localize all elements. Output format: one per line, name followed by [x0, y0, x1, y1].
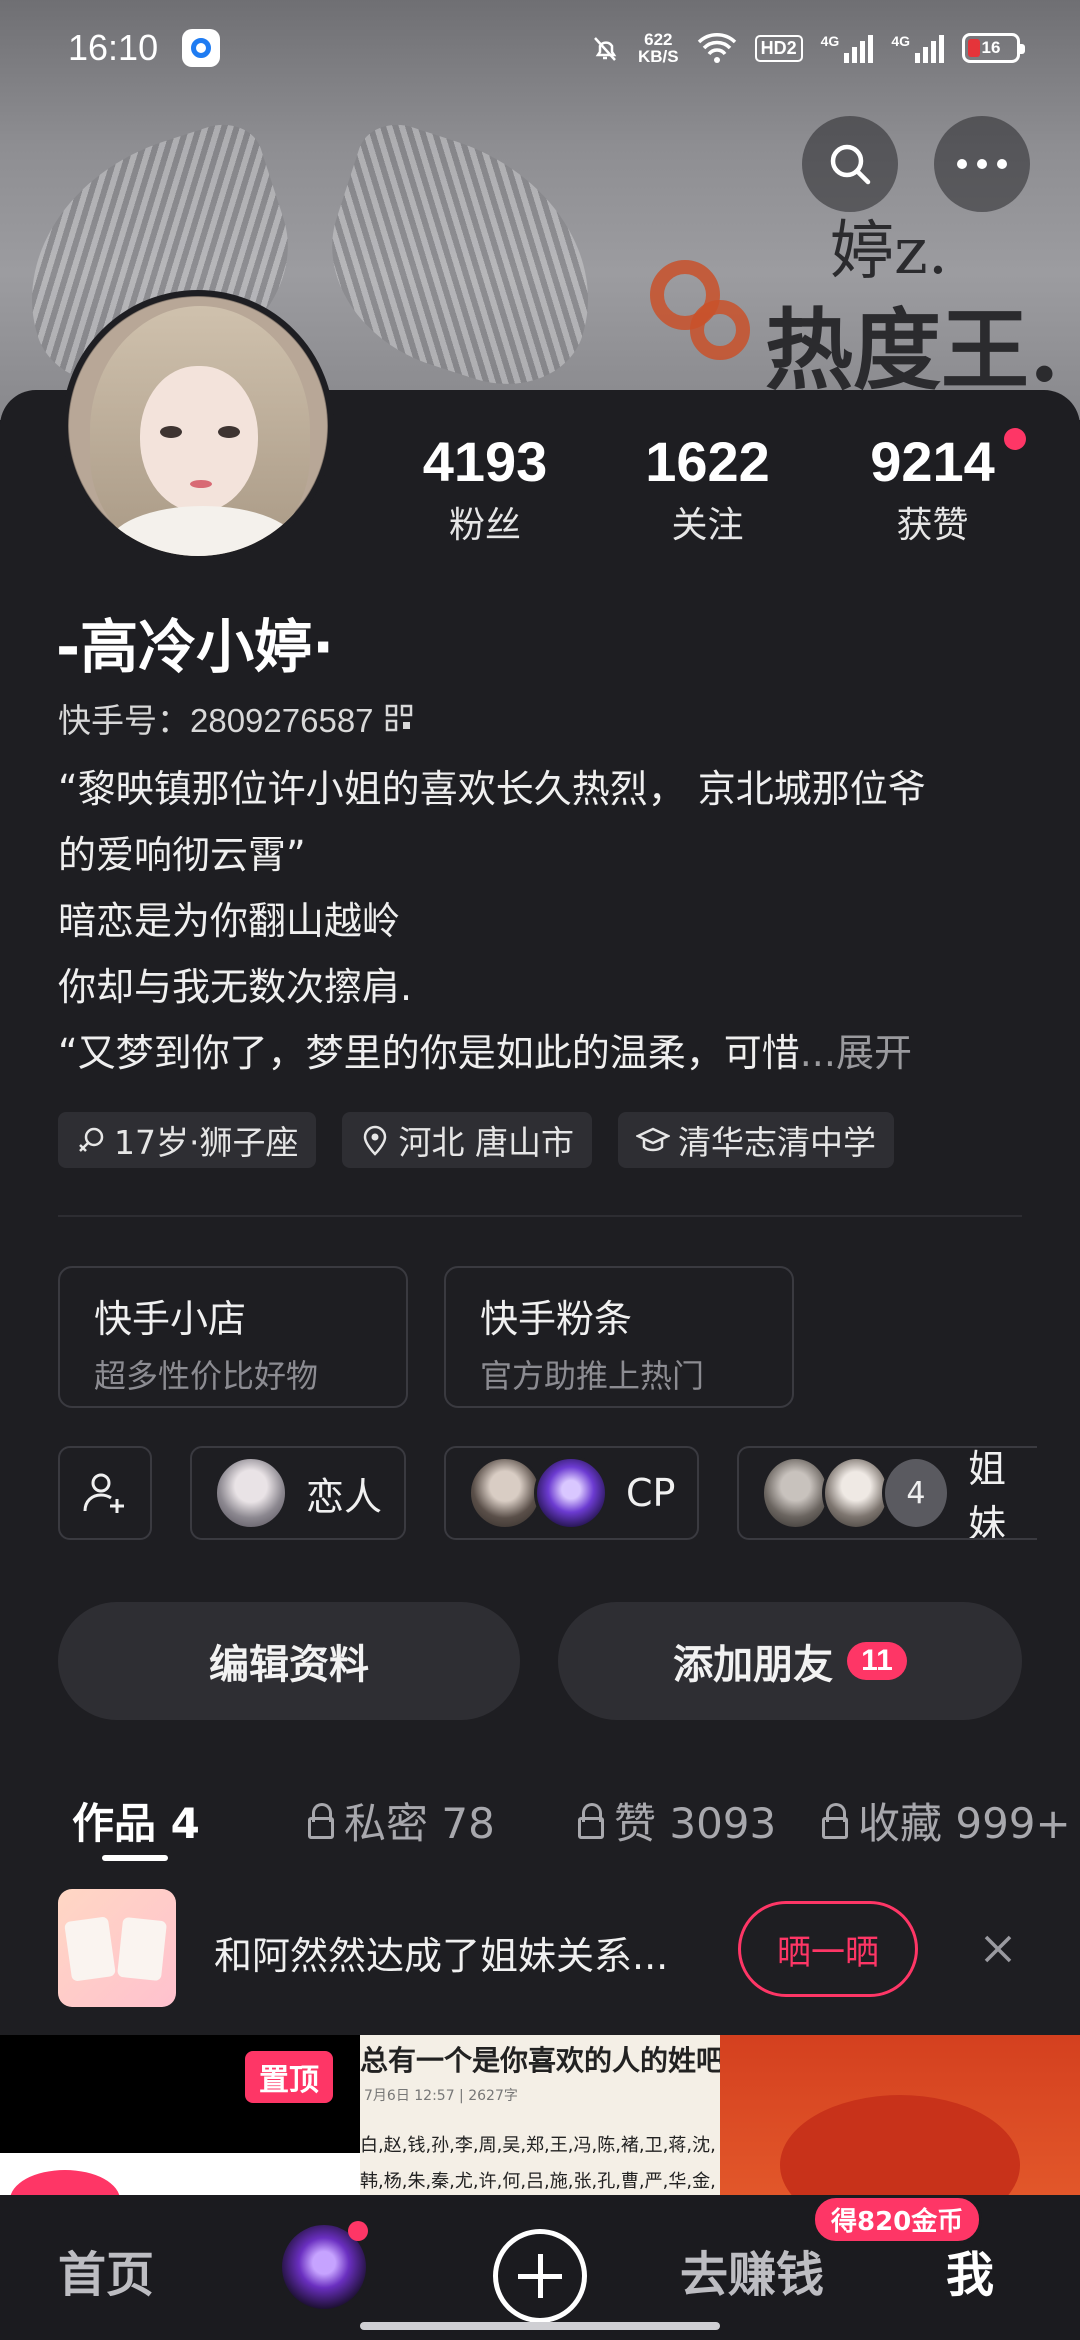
- add-friend-button[interactable]: 添加朋友 11: [558, 1602, 1022, 1720]
- stat-followers[interactable]: 4193 粉丝: [400, 432, 570, 548]
- gender-icon: [79, 1127, 104, 1152]
- lock-icon: [822, 1803, 848, 1839]
- more-count: 4: [881, 1456, 950, 1530]
- relation-notice[interactable]: 和阿然然达成了姐妹关系... 晒一晒: [0, 1865, 1080, 2035]
- signal-icon: 4G: [821, 33, 874, 63]
- avatar[interactable]: [62, 290, 334, 562]
- wifi-icon: [697, 33, 736, 63]
- pinned-badge: 置顶: [245, 2051, 333, 2103]
- nav-home[interactable]: 首页: [58, 2235, 154, 2305]
- more-horizontal-icon: [957, 159, 1007, 169]
- create-post-button[interactable]: [493, 2229, 587, 2323]
- work-thumbnail[interactable]: [720, 2035, 1080, 2195]
- avatar: [821, 1456, 890, 1530]
- qr-code-icon[interactable]: [384, 703, 414, 733]
- add-user-icon: [83, 1473, 124, 1513]
- close-icon[interactable]: [980, 1931, 1016, 1967]
- share-button[interactable]: 晒一晒: [738, 1901, 918, 1997]
- thumbnail-graphic: [10, 2170, 120, 2195]
- lock-icon: [578, 1803, 604, 1839]
- notification-app-icon: [182, 29, 221, 67]
- cover-text-1: 婷z.: [830, 215, 949, 289]
- cover-logo: [650, 260, 760, 370]
- bio-line: 你却与我无数次擦肩.: [58, 965, 413, 1009]
- tag-school[interactable]: 清华志清中学: [617, 1112, 894, 1168]
- nav-following-avatar[interactable]: [282, 2221, 368, 2309]
- hd-voice-icon: HD2: [754, 34, 803, 62]
- unread-dot: [1004, 428, 1026, 450]
- divider: [58, 1215, 1022, 1217]
- profile-stats: 4193 粉丝 1622 关注 9214 获赞: [400, 428, 1026, 548]
- location-pin-icon: [364, 1125, 387, 1156]
- avatar: [468, 1456, 543, 1530]
- bio-line: “黎映镇那位许小姐的喜欢长久热烈， 京北城那位爷: [58, 767, 926, 811]
- stat-likes[interactable]: 9214 获赞: [845, 428, 1026, 548]
- tab-private[interactable]: 私密 78: [308, 1770, 495, 1870]
- tag-location[interactable]: 河北 唐山市: [342, 1112, 592, 1168]
- mute-bell-icon: [594, 37, 617, 61]
- status-time: 16:10: [68, 27, 159, 68]
- battery-icon: 16: [962, 33, 1025, 63]
- nav-earn[interactable]: 去赚钱: [680, 2235, 824, 2305]
- tab-liked[interactable]: 赞 3093: [578, 1770, 776, 1870]
- works-grid: 置顶 总有一个是你喜欢的人的姓吧 7月6日 12:57 | 2627字 白,赵,…: [0, 2035, 1080, 2195]
- profile-name: -高冷小婷·: [56, 613, 335, 681]
- add-relation-button[interactable]: [58, 1446, 152, 1540]
- relation-lover[interactable]: 恋人: [190, 1446, 407, 1540]
- edit-profile-button[interactable]: 编辑资料: [58, 1602, 520, 1720]
- lock-icon: [308, 1803, 334, 1839]
- relation-sisters[interactable]: 4 姐妹: [737, 1446, 1038, 1540]
- bio-line: 的爱响彻云霄”: [58, 833, 306, 877]
- graduation-cap-icon: [635, 1127, 670, 1152]
- relations-row: 恋人 CP 4 姐妹: [58, 1446, 1038, 1540]
- profile-uid[interactable]: 快手号：2809276587: [58, 694, 414, 742]
- tag-age[interactable]: 17岁·狮子座: [58, 1112, 317, 1168]
- search-button[interactable]: [802, 116, 898, 212]
- more-button[interactable]: [934, 116, 1030, 212]
- tab-favorites[interactable]: 收藏 999+: [822, 1770, 1071, 1870]
- kwai-promote-card[interactable]: 快手粉条 官方助推上热门: [444, 1266, 794, 1408]
- work-thumbnail[interactable]: 总有一个是你喜欢的人的姓吧 7月6日 12:57 | 2627字 白,赵,钱,孙…: [360, 2035, 720, 2195]
- avatar: [214, 1456, 288, 1530]
- cover-text-2: 热度王.: [765, 298, 1060, 402]
- profile-bio[interactable]: “黎映镇那位许小姐的喜欢长久热烈， 京北城那位爷 的爱响彻云霄” 暗恋是为你翻山…: [58, 756, 1028, 1086]
- bio-expand-link[interactable]: 展开: [836, 1031, 912, 1075]
- stat-following[interactable]: 1622 关注: [570, 432, 845, 548]
- bio-line: “又梦到你了，梦里的你是如此的温柔，可惜...展开: [58, 1031, 912, 1075]
- wing-decoration: [302, 113, 628, 407]
- active-tab-indicator: [102, 1855, 168, 1861]
- work-thumbnail[interactable]: 置顶: [0, 2035, 360, 2195]
- net-speed: 622 KB/S: [637, 30, 679, 66]
- friend-request-badge: 11: [847, 1642, 907, 1680]
- signal-icon: 4G: [891, 33, 944, 63]
- relation-cp[interactable]: CP: [444, 1446, 700, 1540]
- home-indicator[interactable]: [360, 2322, 720, 2330]
- nav-me[interactable]: 我: [946, 2235, 994, 2305]
- bio-line: 暗恋是为你翻山越岭: [58, 899, 401, 943]
- notice-thumbnail: [58, 1889, 176, 2007]
- profile-tags: 17岁·狮子座 河北 唐山市 清华志清中学: [58, 1112, 894, 1168]
- avatar: [534, 1456, 609, 1530]
- kwai-shop-card[interactable]: 快手小店 超多性价比好物: [58, 1266, 408, 1408]
- notice-text: 和阿然然达成了姐妹关系...: [214, 1934, 669, 1978]
- avatar: [761, 1456, 830, 1530]
- status-bar: 16:10 622 KB/S HD2 4G 4G 16: [0, 0, 1080, 96]
- search-icon: [830, 144, 871, 185]
- bottom-nav: 首页 去赚钱 得820金币 我: [0, 2195, 1080, 2340]
